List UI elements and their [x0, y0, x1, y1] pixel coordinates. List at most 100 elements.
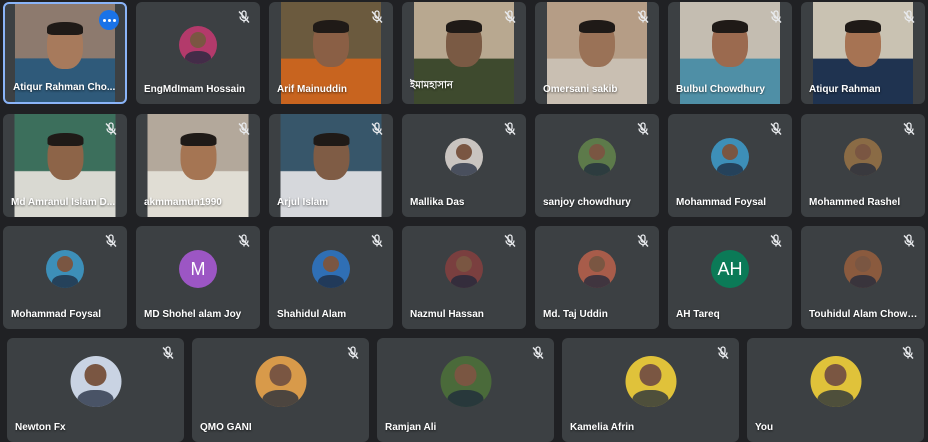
participant-face — [845, 20, 881, 67]
avatar — [70, 356, 121, 407]
participant-face — [579, 20, 615, 67]
participant-name: akmmamun1990 — [144, 197, 222, 208]
avatar-photo-figure — [639, 364, 662, 386]
participant-tile[interactable]: ইমামহাসান — [402, 2, 526, 104]
avatar — [46, 250, 84, 288]
participant-tile[interactable]: AH AH Tareq — [668, 226, 792, 329]
participant-tile[interactable]: Atiqur Rahman — [801, 2, 925, 104]
avatar-photo-body — [184, 51, 212, 64]
avatar-letter: M — [190, 258, 206, 279]
mic-off-icon — [369, 121, 385, 137]
participant-face — [180, 133, 216, 180]
participant-name: Shahidul Alam — [277, 309, 347, 320]
participant-hair — [313, 20, 349, 34]
mic-off-icon — [635, 9, 651, 25]
avatar-photo-body — [849, 163, 877, 176]
avatar-photo-body — [262, 389, 299, 407]
participant-tile[interactable]: Arif Mainuddin — [269, 2, 393, 104]
participant-name: Atiqur Rahman — [809, 84, 881, 95]
participant-name: Md. Taj Uddin — [543, 309, 608, 320]
mic-off-icon — [103, 233, 119, 249]
avatar-photo-figure — [269, 364, 292, 386]
participant-tile[interactable]: Md. Taj Uddin — [535, 226, 659, 329]
participant-tile[interactable]: Shahidul Alam — [269, 226, 393, 329]
participant-name: QMO GANI — [200, 422, 252, 433]
avatar-photo-figure — [323, 256, 339, 273]
mic-off-icon — [901, 233, 917, 249]
avatar — [445, 250, 483, 288]
avatar — [625, 356, 676, 407]
mic-off-icon — [768, 121, 784, 137]
mic-off-icon — [502, 9, 518, 25]
avatar-photo-figure — [190, 32, 206, 49]
avatar — [440, 356, 491, 407]
participant-tile[interactable]: Kamelia Afrin — [562, 338, 739, 442]
participant-hair — [47, 133, 83, 147]
mic-off-icon — [369, 9, 385, 25]
avatar-photo-body — [632, 389, 669, 407]
participant-tile[interactable]: Mallika Das — [402, 114, 526, 217]
participant-tile[interactable]: Bulbul Chowdhury — [668, 2, 792, 104]
participant-tile[interactable]: M MD Shohel alam Joy — [136, 226, 260, 329]
participant-tile[interactable]: Omersani sakib — [535, 2, 659, 104]
participant-tile[interactable]: EngMdImam Hossain — [136, 2, 260, 104]
avatar-photo-body — [450, 275, 478, 288]
mic-off-icon — [236, 9, 252, 25]
participant-hair — [180, 133, 216, 147]
participant-tile[interactable]: Atiqur Rahman Cho... — [3, 2, 127, 104]
participant-tile[interactable]: Touhidul Alam Chowd... — [801, 226, 925, 329]
more-options-button[interactable] — [99, 10, 119, 30]
participant-tile[interactable]: Arjul Islam — [269, 114, 393, 217]
avatar-photo-body — [583, 163, 611, 176]
avatar-photo-figure — [589, 256, 605, 273]
participant-tile[interactable]: Md Amranul Islam D... — [3, 114, 127, 217]
participant-tile[interactable]: Nazmul Hassan — [402, 226, 526, 329]
mic-off-icon — [768, 233, 784, 249]
participant-name: Mallika Das — [410, 197, 465, 208]
participant-name: Nazmul Hassan — [410, 309, 484, 320]
participant-name: Ramjan Ali — [385, 422, 437, 433]
avatar-photo-body — [450, 163, 478, 176]
mic-off-icon — [369, 233, 385, 249]
avatar — [179, 26, 217, 64]
participant-name: Mohammad Foysal — [11, 309, 102, 320]
participant-face — [47, 133, 83, 180]
avatar-photo-figure — [589, 144, 605, 161]
avatar — [312, 250, 350, 288]
participant-name: Mohammed Rashel — [809, 197, 901, 208]
participant-tile[interactable]: QMO GANI — [192, 338, 369, 442]
participant-hair — [47, 22, 83, 36]
participant-name: Arjul Islam — [277, 197, 329, 208]
participant-tile[interactable]: Newton Fx — [7, 338, 184, 442]
participant-tile[interactable]: Ramjan Ali — [377, 338, 554, 442]
avatar-photo-figure — [824, 364, 847, 386]
avatar-photo-body — [51, 275, 79, 288]
participant-tile[interactable]: Mohammad Foysal — [3, 226, 127, 329]
participant-hair — [446, 20, 482, 34]
avatar-photo-figure — [454, 364, 477, 386]
participant-tile[interactable]: Mohammed Rashel — [801, 114, 925, 217]
participant-tile[interactable]: Mohammad Foysal — [668, 114, 792, 217]
mic-off-icon — [900, 345, 916, 361]
participant-name: You — [755, 422, 774, 433]
avatar-photo-body — [817, 389, 854, 407]
avatar — [844, 138, 882, 176]
avatar — [578, 138, 616, 176]
avatar: M — [179, 250, 217, 288]
avatar-photo-body — [583, 275, 611, 288]
participant-tile[interactable]: sanjoy chowdhury — [535, 114, 659, 217]
mic-off-icon — [715, 345, 731, 361]
avatar-photo-figure — [722, 144, 738, 161]
participant-tile[interactable]: akmmamun1990 — [136, 114, 260, 217]
avatar-photo-figure — [456, 256, 472, 273]
avatar: AH — [711, 250, 749, 288]
avatar — [711, 138, 749, 176]
avatar-photo-figure — [855, 256, 871, 273]
mic-off-icon — [901, 9, 917, 25]
participant-tile[interactable]: You — [747, 338, 924, 442]
participant-name: EngMdImam Hossain — [144, 84, 246, 95]
mic-off-icon — [236, 121, 252, 137]
participant-name: MD Shohel alam Joy — [144, 309, 242, 320]
avatar-photo-figure — [456, 144, 472, 161]
avatar — [578, 250, 616, 288]
